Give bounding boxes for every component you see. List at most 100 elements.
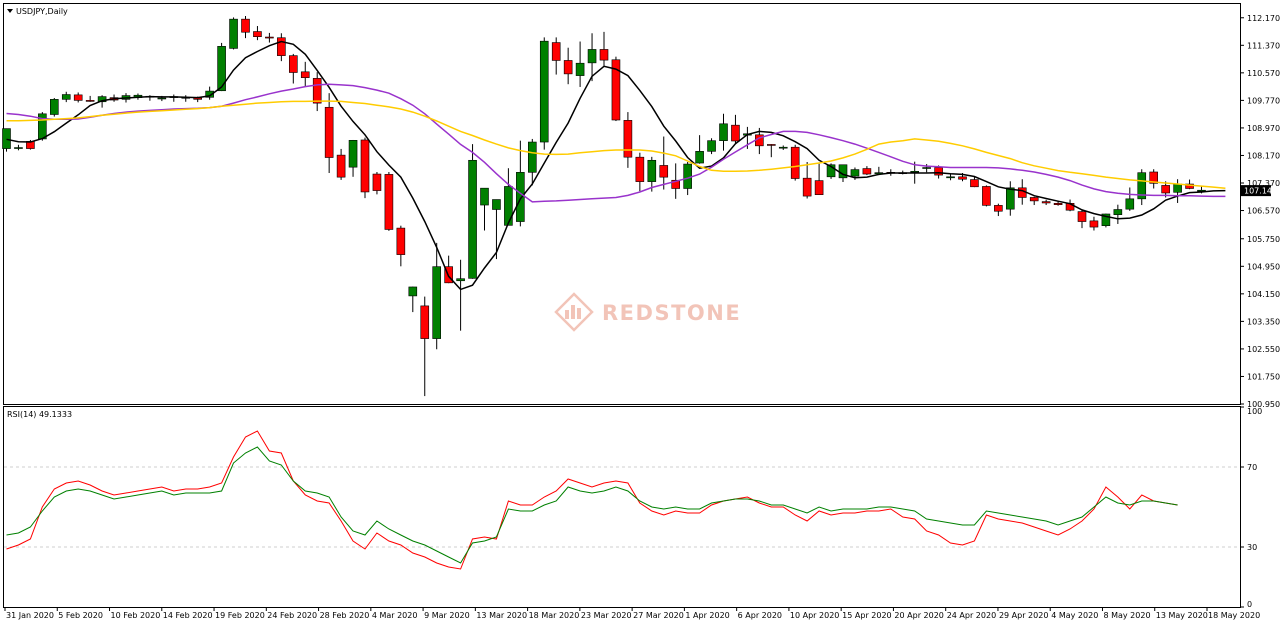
rsi-y-tick-label: 70 xyxy=(1247,463,1257,472)
candle-body xyxy=(396,227,406,255)
candle-body xyxy=(229,18,238,49)
candle-body xyxy=(265,36,274,39)
candle-body xyxy=(946,176,955,179)
x-tick-label: 14 Feb 2020 xyxy=(163,611,213,620)
candle-body xyxy=(157,97,167,100)
candle-body xyxy=(599,49,609,61)
candle-body xyxy=(516,172,525,222)
candle-body xyxy=(253,31,262,38)
candle-body xyxy=(61,94,71,100)
candle-body xyxy=(922,167,931,169)
rsi-y-tick-label: 100 xyxy=(1247,407,1262,416)
candle-body xyxy=(539,40,549,143)
candle-body xyxy=(384,174,394,230)
candle-body xyxy=(790,146,800,179)
y-tick-label: 111.370 xyxy=(1247,41,1280,50)
x-tick-label: 6 Apr 2020 xyxy=(738,611,782,620)
candle-body xyxy=(934,167,943,176)
candle-body xyxy=(372,173,382,191)
candle-body xyxy=(324,106,334,158)
candle-body xyxy=(982,186,991,206)
candle-body xyxy=(587,49,597,64)
x-tick-label: 13 May 2020 xyxy=(1156,611,1208,620)
candle xyxy=(49,97,59,117)
x-tick-label: 9 Mar 2020 xyxy=(424,611,470,620)
candle-body xyxy=(49,99,59,115)
candle-body xyxy=(1173,183,1182,193)
candle-body xyxy=(408,286,418,297)
candle xyxy=(360,137,370,199)
x-tick-label: 28 Feb 2020 xyxy=(320,611,370,620)
candle-body xyxy=(551,42,561,61)
chart-title-group: USDJPY,Daily xyxy=(7,7,68,16)
x-tick-label: 4 Mar 2020 xyxy=(372,611,418,620)
candle-body xyxy=(1077,211,1087,222)
x-tick-label: 15 Apr 2020 xyxy=(842,611,891,620)
candle xyxy=(468,144,477,279)
y-tick-label: 101.750 xyxy=(1247,372,1280,381)
candle-body xyxy=(420,305,430,339)
candle-body xyxy=(360,139,370,193)
candle-body xyxy=(1005,187,1015,210)
y-tick-label: 104.950 xyxy=(1247,262,1280,271)
candle-body xyxy=(563,60,573,75)
candle xyxy=(611,56,621,122)
current-price-label: 107.149 xyxy=(1244,187,1277,196)
candle xyxy=(982,185,991,207)
candle-body xyxy=(850,169,860,177)
candle-body xyxy=(468,159,477,279)
candle-body xyxy=(623,120,633,158)
x-tick-label: 24 Feb 2020 xyxy=(267,611,317,620)
candle-body xyxy=(695,151,704,164)
x-tick-label: 10 Apr 2020 xyxy=(790,611,839,620)
y-tick-label: 104.150 xyxy=(1247,290,1280,299)
candle-body xyxy=(707,140,716,152)
watermark-text: REDSTONE xyxy=(602,301,741,325)
candle-body xyxy=(731,124,740,142)
candle-body xyxy=(336,154,346,178)
candle xyxy=(790,144,800,181)
x-tick-label: 18 Mar 2020 xyxy=(529,611,580,620)
candle-body xyxy=(635,156,645,182)
x-tick-label: 27 Mar 2020 xyxy=(633,611,684,620)
candle-body xyxy=(277,37,286,56)
y-tick-label: 105.750 xyxy=(1247,235,1280,244)
y-tick-label: 106.570 xyxy=(1247,207,1280,216)
candle xyxy=(539,37,549,150)
y-tick-label: 102.550 xyxy=(1247,345,1280,354)
y-tick-label: 109.770 xyxy=(1247,96,1280,105)
chart-root: REDSTONE 112.170 111.370 110.570 109.770 108… xyxy=(0,0,1280,625)
y-tick-label: 112.170 xyxy=(1247,14,1280,23)
candle-body xyxy=(1161,185,1170,194)
x-tick-label: 29 Apr 2020 xyxy=(999,611,1048,620)
candle-body xyxy=(527,141,537,173)
candle-body xyxy=(288,55,298,73)
candle-body xyxy=(1089,220,1099,228)
current-price-marker: 107.149 xyxy=(1241,185,1277,197)
x-tick-label: 5 Feb 2020 xyxy=(58,611,103,620)
candle-body xyxy=(85,100,95,102)
rsi-y-tick-label: 0 xyxy=(1247,600,1252,609)
y-tick-label: 108.170 xyxy=(1247,151,1280,160)
candle-body xyxy=(1125,198,1135,210)
candle-body xyxy=(480,187,489,206)
candle-body xyxy=(2,128,11,149)
candle-body xyxy=(1041,201,1051,204)
rsi-title: RSI(14) 49.1333 xyxy=(7,410,72,419)
x-tick-label: 4 May 2020 xyxy=(1051,611,1098,620)
candle-body xyxy=(504,186,513,226)
candle-body xyxy=(73,94,83,101)
candle-body xyxy=(14,147,23,149)
candle-body xyxy=(1053,203,1063,205)
candle-body xyxy=(910,170,920,173)
x-tick-label: 20 Apr 2020 xyxy=(894,611,943,620)
candle-body xyxy=(958,176,967,180)
y-tick-label: 108.970 xyxy=(1247,124,1280,133)
candle-body xyxy=(766,144,776,146)
candle xyxy=(384,171,394,231)
candle-body xyxy=(300,71,310,78)
candle-body xyxy=(312,78,322,104)
candle-body xyxy=(994,205,1003,212)
candle-body xyxy=(241,18,250,33)
candle-body xyxy=(1113,209,1123,215)
